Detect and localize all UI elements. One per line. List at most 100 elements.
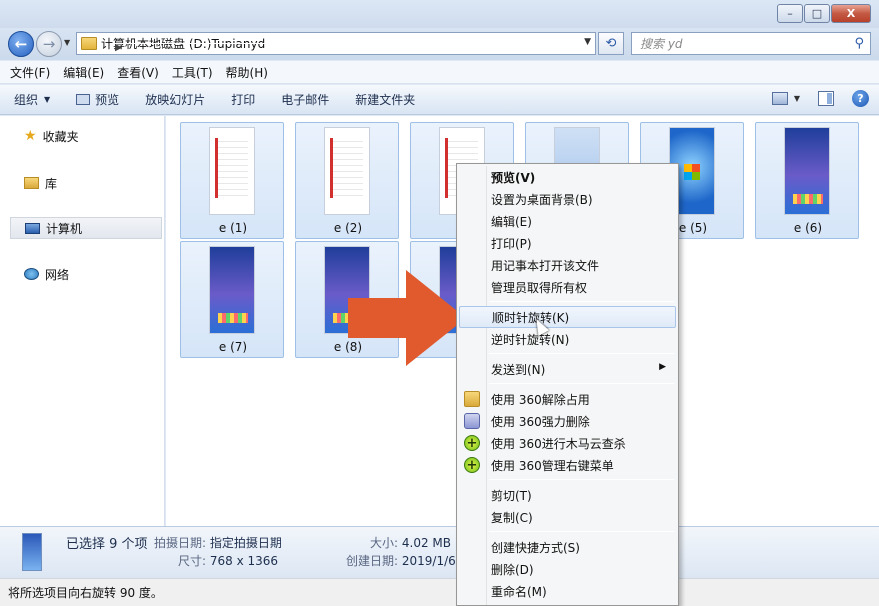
- status-bar: 将所选项目向右旋转 90 度。: [0, 578, 879, 606]
- created-date-row: 创建日期: 2019/1/6: [346, 554, 456, 568]
- chevron-down-icon: ▼: [44, 95, 51, 104]
- history-dropdown[interactable]: ▼: [64, 38, 70, 47]
- network-icon: [24, 268, 39, 280]
- menu-item-take-ownership[interactable]: 管理员取得所有权: [459, 276, 676, 298]
- image-thumbnail: [784, 127, 830, 215]
- menu-separator: [489, 301, 674, 302]
- menu-file[interactable]: 文件(F): [10, 64, 50, 81]
- address-bar[interactable]: ▶ 计算机▶ 本地磁盘 (D:)▶ Tupian▶ yd ▼: [76, 32, 596, 55]
- search-placeholder: 搜索 yd: [640, 37, 683, 51]
- pointer-arrow-icon: [348, 270, 466, 366]
- nav-item-libraries[interactable]: 库: [10, 172, 162, 194]
- menu-item-copy[interactable]: 复制(C): [459, 506, 676, 528]
- new-folder-button[interactable]: 新建文件夹: [355, 91, 415, 108]
- image-thumbnail: [209, 127, 255, 215]
- window-controls: – □ X: [776, 4, 871, 23]
- menu-separator: [489, 479, 674, 480]
- command-bar: 组织 ▼ 预览 放映幻灯片 打印 电子邮件 新建文件夹 ▼ ?: [0, 85, 879, 115]
- menu-separator: [489, 383, 674, 384]
- menu-tools[interactable]: 工具(T): [172, 64, 213, 81]
- unlock-icon: [464, 391, 480, 407]
- preview-button[interactable]: 预览: [76, 91, 119, 108]
- help-icon[interactable]: ?: [852, 90, 869, 107]
- file-item[interactable]: e (7): [180, 241, 284, 358]
- back-button[interactable]: ←: [8, 31, 34, 57]
- menu-item-rotate-counterclockwise[interactable]: 逆时针旋转(N): [459, 328, 676, 350]
- menu-item-print[interactable]: 打印(P): [459, 232, 676, 254]
- toolbar-right: ▼ ?: [771, 90, 869, 107]
- breadcrumb-separator-icon: ▶: [115, 43, 300, 53]
- status-text: 将所选项目向右旋转 90 度。: [8, 586, 163, 600]
- minimize-button[interactable]: –: [777, 4, 803, 23]
- menu-separator: [489, 353, 674, 354]
- close-button[interactable]: X: [831, 4, 871, 23]
- menu-item-open-with-notepad[interactable]: 用记事本打开该文件: [459, 254, 676, 276]
- submenu-arrow-icon: ▶: [659, 362, 666, 372]
- file-name: e (7): [218, 340, 248, 354]
- preview-pane-icon[interactable]: [818, 91, 834, 106]
- refresh-button[interactable]: ⟲: [598, 32, 624, 55]
- menu-view[interactable]: 查看(V): [117, 64, 159, 81]
- menu-bar: 文件(F) 编辑(E) 查看(V) 工具(T) 帮助(H): [0, 61, 879, 84]
- view-dropdown-icon[interactable]: ▼: [794, 94, 800, 103]
- menu-item-set-desktop-background[interactable]: 设置为桌面背景(B): [459, 188, 676, 210]
- library-icon: [24, 177, 39, 189]
- computer-icon: [25, 222, 40, 234]
- breadcrumb-tupian[interactable]: Tupian ▶: [115, 37, 300, 53]
- image-thumbnail: [209, 246, 255, 334]
- selection-thumbnail: [22, 533, 42, 571]
- shredder-icon: [464, 413, 480, 429]
- preview-icon: [76, 94, 91, 105]
- address-dropdown-icon[interactable]: ▼: [584, 37, 591, 47]
- menu-help[interactable]: 帮助(H): [226, 64, 268, 81]
- email-button[interactable]: 电子邮件: [281, 91, 329, 108]
- 360-shield-icon: +: [464, 457, 480, 473]
- menu-item-delete[interactable]: 删除(D): [459, 558, 676, 580]
- nav-item-computer[interactable]: 计算机: [10, 217, 162, 239]
- menu-item-send-to[interactable]: 发送到(N) ▶: [459, 358, 676, 380]
- file-name: e (2): [333, 221, 363, 235]
- 360-shield-icon: +: [464, 435, 480, 451]
- search-input[interactable]: 搜索 yd ⚲: [631, 32, 871, 55]
- menu-item-360-force-delete[interactable]: 使用 360强力删除: [459, 410, 676, 432]
- size-row: 大小: 4.02 MB: [370, 536, 451, 550]
- nav-item-favorites[interactable]: ★ 收藏夹: [10, 125, 162, 147]
- menu-item-preview[interactable]: 预览(V): [459, 166, 676, 188]
- dimensions-row: 尺寸: 768 x 1366: [178, 554, 279, 568]
- menu-item-edit[interactable]: 编辑(E): [459, 210, 676, 232]
- chevron-down-icon: ▼: [64, 38, 71, 47]
- address-row: ← → ▼ ▶ 计算机▶ 本地磁盘 (D:)▶ Tupian▶ yd ▼ ⟲ 搜…: [0, 28, 879, 60]
- menu-item-rename[interactable]: 重命名(M): [459, 580, 676, 602]
- details-pane: 已选择 9 个项 拍摄日期: 指定拍摄日期 尺寸: 768 x 1366 大小:…: [0, 526, 879, 578]
- refresh-icon: ⟲: [605, 36, 617, 51]
- title-bar: – □ X: [0, 0, 879, 28]
- nav-item-network[interactable]: 网络: [10, 263, 162, 285]
- slideshow-button[interactable]: 放映幻灯片: [145, 91, 205, 108]
- menu-item-create-shortcut[interactable]: 创建快捷方式(S): [459, 536, 676, 558]
- star-icon: ★: [24, 128, 37, 144]
- forward-button[interactable]: →: [36, 31, 62, 57]
- file-item[interactable]: e (1): [180, 122, 284, 239]
- file-item[interactable]: e (2): [295, 122, 399, 239]
- shot-date-row: 拍摄日期: 指定拍摄日期: [154, 536, 282, 550]
- menu-item-360-manage-menu[interactable]: + 使用 360管理右键菜单: [459, 454, 676, 476]
- file-name: e (1): [218, 221, 248, 235]
- menu-separator: [489, 531, 674, 532]
- print-button[interactable]: 打印: [231, 91, 255, 108]
- menu-item-cut[interactable]: 剪切(T): [459, 484, 676, 506]
- menu-edit[interactable]: 编辑(E): [63, 64, 104, 81]
- search-icon[interactable]: ⚲: [854, 36, 864, 51]
- file-name: e (6): [793, 221, 823, 235]
- menu-item-360-unlock[interactable]: 使用 360解除占用: [459, 388, 676, 410]
- menu-item-360-trojan-scan[interactable]: + 使用 360进行木马云查杀: [459, 432, 676, 454]
- view-options-icon[interactable]: [771, 92, 788, 105]
- menu-item-rotate-clockwise[interactable]: 顺时针旋转(K): [459, 306, 676, 328]
- selection-count: 已选择 9 个项: [66, 537, 148, 552]
- image-thumbnail: [324, 127, 370, 215]
- arrow-right-icon: →: [42, 35, 56, 53]
- arrow-left-icon: ←: [14, 35, 28, 53]
- folder-icon: [81, 37, 97, 50]
- organize-button[interactable]: 组织 ▼: [14, 91, 50, 108]
- maximize-button[interactable]: □: [804, 4, 830, 23]
- file-item[interactable]: e (6): [755, 122, 859, 239]
